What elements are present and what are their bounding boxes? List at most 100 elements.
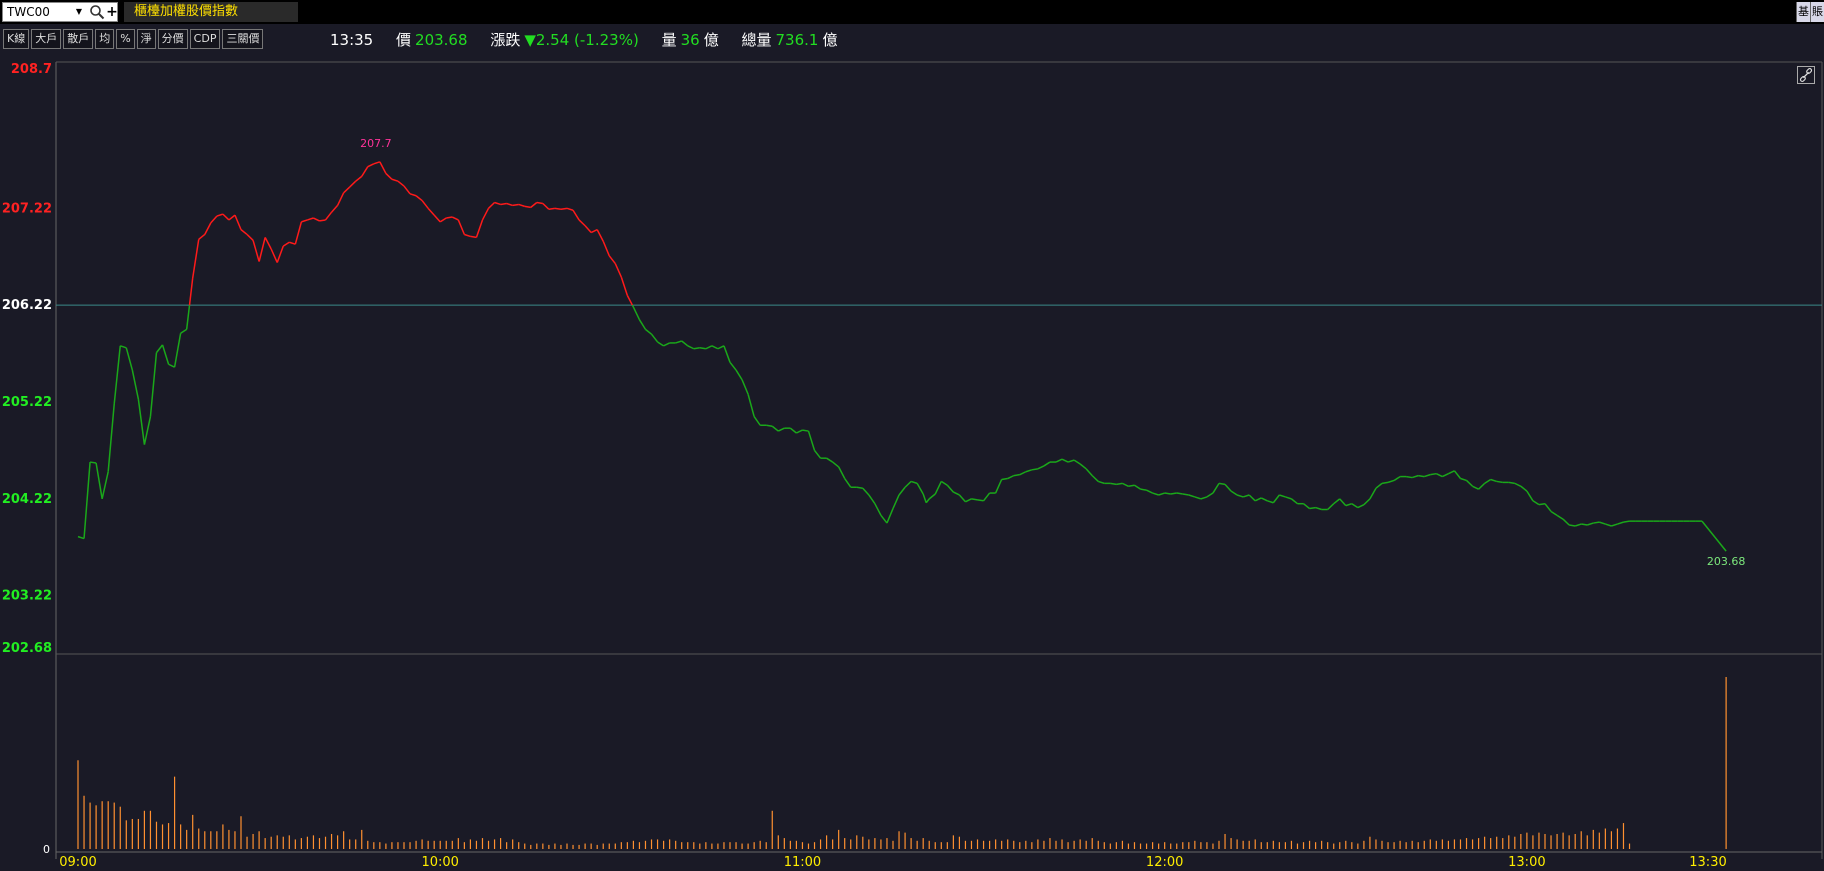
price-line-segment: [1182, 493, 1189, 496]
price-line-segment: [1194, 496, 1202, 500]
price-line-segment: [1128, 484, 1135, 488]
price-line-segment: [1254, 497, 1262, 502]
price-line-segment: [735, 369, 743, 381]
price-line-segment: [1442, 473, 1449, 478]
price-line-segment: [572, 209, 580, 221]
price-line-segment: [1581, 523, 1588, 526]
price-line-segment: [487, 201, 496, 209]
price-line-segment: [173, 333, 182, 368]
high-price-label: 207.7: [360, 137, 392, 150]
price-line-segment: [481, 207, 490, 221]
price-line-segment: [307, 217, 314, 221]
price-line-segment: [216, 213, 224, 217]
price-line-segment: [813, 449, 822, 459]
price-line-segment: [1085, 468, 1093, 477]
price-line-segment: [928, 493, 936, 500]
price-line-segment: [324, 211, 333, 221]
y-tick-label: 204.22: [2, 492, 52, 507]
price-line-segment: [1369, 487, 1377, 500]
price-line-segment: [1418, 474, 1425, 478]
price-line-segment: [1333, 498, 1341, 505]
x-tick-label: 09:00: [59, 855, 96, 870]
price-line-segment: [343, 186, 351, 194]
price-line-segment: [107, 403, 115, 472]
price-line-segment: [916, 482, 924, 495]
price-line-segment: [1098, 480, 1105, 485]
price-line-segment: [548, 207, 556, 211]
price-line-segment: [1424, 473, 1431, 478]
x-tick-label: 12:00: [1146, 855, 1183, 870]
price-line-segment: [1188, 494, 1196, 498]
price-line-segment: [391, 178, 399, 182]
price-line-segment: [500, 202, 507, 206]
price-line-segment: [282, 241, 290, 247]
price-line-segment: [729, 361, 737, 371]
price-line-segment: [457, 219, 466, 235]
price-line-segment: [301, 219, 308, 223]
price-line-segment: [336, 192, 345, 206]
price-line-segment: [1309, 506, 1316, 510]
price-line-segment: [1544, 503, 1552, 512]
volume-zero-label: 0: [43, 843, 50, 856]
price-line-segment: [270, 248, 278, 263]
price-line-segment: [494, 201, 501, 206]
price-line-segment: [982, 492, 991, 502]
price-line-segment: [663, 342, 670, 347]
price-line-segment: [1538, 502, 1546, 506]
price-line-segment: [1303, 503, 1311, 510]
price-line-segment: [560, 207, 568, 211]
price-line-segment: [289, 241, 296, 245]
price-line-segment: [185, 305, 191, 330]
price-line-segment: [554, 207, 562, 211]
price-line-segment: [1218, 482, 1226, 486]
price-line-segment: [723, 345, 731, 363]
price-line-segment: [898, 486, 906, 496]
price-line-segment: [1055, 458, 1063, 463]
price-line-segment: [361, 166, 369, 177]
price-line-segment: [518, 203, 525, 208]
price-line-segment: [1381, 481, 1389, 485]
price-line-segment: [421, 200, 429, 209]
price-line-segment: [1116, 482, 1123, 486]
price-line-segment: [753, 416, 761, 426]
price-line-segment: [844, 478, 852, 488]
price-line-segment: [536, 201, 543, 205]
price-line-segment: [1448, 470, 1455, 475]
price-line-segment: [1079, 463, 1087, 470]
price-line-segment: [1339, 498, 1347, 507]
price-line-segment: [125, 347, 134, 371]
price-line-segment: [1122, 482, 1129, 487]
price-line-segment: [1514, 482, 1522, 487]
price-line-segment: [747, 394, 755, 417]
price-line-segment: [161, 344, 170, 365]
price-line-segment: [657, 341, 664, 347]
price-line-segment: [977, 499, 984, 502]
price-line-segment: [439, 217, 447, 223]
price-line-segment: [578, 219, 586, 227]
price-line-segment: [415, 195, 423, 202]
price-line-segment: [1260, 497, 1268, 502]
price-line-segment: [397, 180, 405, 187]
price-line-segment: [602, 240, 610, 257]
price-line-segment: [1490, 478, 1497, 483]
price-line-segment: [1140, 488, 1147, 491]
price-line-segment: [330, 204, 339, 213]
price-line-segment: [379, 161, 387, 174]
price-line-segment: [590, 228, 598, 234]
price-line-segment: [1176, 492, 1183, 495]
price-line-segment: [1315, 506, 1322, 511]
price-line-segment: [1230, 490, 1238, 496]
last-price-label: 203.68: [1707, 555, 1746, 568]
price-line-segment: [971, 498, 978, 501]
x-tick-label: 10:00: [421, 855, 458, 870]
price-line-segment: [940, 480, 948, 486]
price-line-segment: [276, 245, 284, 263]
price-line-segment: [1363, 498, 1371, 506]
price-line-segment: [614, 263, 623, 278]
price-line-segment: [1013, 473, 1020, 477]
price-line-segment: [349, 180, 357, 188]
price-line-segment: [198, 233, 206, 240]
link-icon[interactable]: [1797, 66, 1815, 84]
price-line-segment: [596, 229, 604, 242]
y-tick-label: 206.22: [2, 298, 52, 313]
